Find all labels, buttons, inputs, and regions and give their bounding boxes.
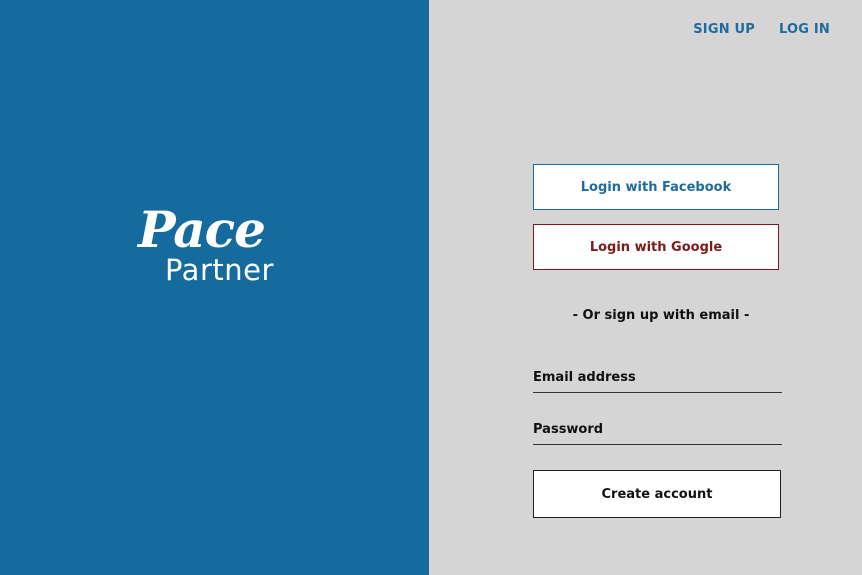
password-field: [533, 414, 782, 445]
pace-partner-logo: Pace Partner: [138, 200, 308, 292]
create-account-button[interactable]: Create account: [533, 470, 781, 518]
form-panel: SIGN UP LOG IN Login with Facebook Login…: [429, 0, 862, 575]
facebook-login-button[interactable]: Login with Facebook: [533, 164, 779, 210]
brand-panel: Pace Partner: [0, 0, 429, 575]
logo-word-text: Partner: [165, 253, 274, 287]
top-nav: SIGN UP LOG IN: [693, 22, 830, 37]
email-divider-text: - Or sign up with email -: [572, 308, 750, 323]
login-link[interactable]: LOG IN: [779, 22, 830, 37]
signup-link[interactable]: SIGN UP: [693, 22, 755, 37]
password-input[interactable]: [533, 414, 782, 444]
email-input[interactable]: [533, 362, 782, 392]
google-login-button[interactable]: Login with Google: [533, 224, 779, 270]
signup-page: Pace Partner SIGN UP LOG IN Login with F…: [0, 0, 862, 575]
email-field: [533, 362, 782, 393]
logo-script-text: Pace: [138, 200, 266, 259]
